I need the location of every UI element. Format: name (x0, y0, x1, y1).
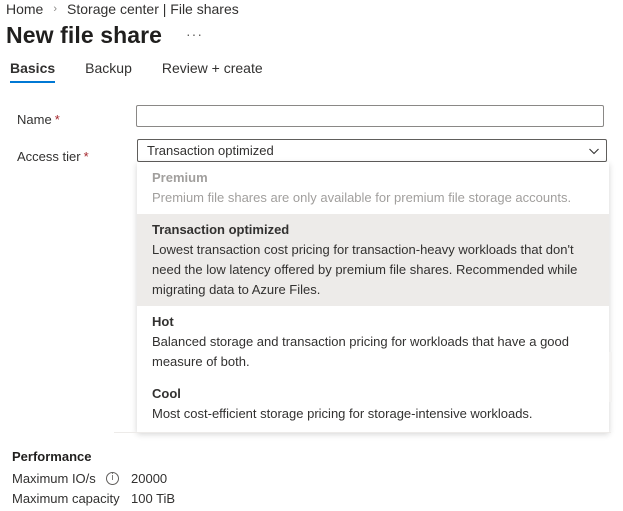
option-description-line: Lowest transaction cost pricing for tran… (152, 242, 574, 257)
option-description-line: migrating data to Azure Files. (152, 282, 321, 297)
divider (114, 432, 611, 433)
option-cool[interactable]: Cool Most cost-efficient storage pricing… (137, 384, 609, 424)
performance-heading: Performance (12, 449, 92, 464)
option-title: Transaction optimized (152, 222, 290, 237)
tab-basics[interactable]: Basics (10, 60, 56, 83)
breadcrumb-separator-icon: › (53, 3, 58, 15)
page-title: New file share (6, 22, 163, 48)
option-title: Premium (152, 170, 208, 185)
access-tier-label-text: Access tier (17, 149, 81, 164)
background-section-edge (609, 352, 612, 402)
option-transaction-optimized[interactable]: Transaction optimized Lowest transaction… (137, 214, 609, 306)
max-io-label: Maximum IO/s (12, 471, 96, 486)
required-marker: * (83, 149, 89, 164)
breadcrumb-home-link[interactable]: Home (6, 1, 43, 17)
max-capacity-value: 100 TiB (131, 491, 176, 506)
info-icon[interactable]: i (106, 472, 119, 485)
option-title: Hot (152, 314, 174, 329)
name-label-text: Name (17, 112, 52, 127)
max-io-value: 20000 (131, 471, 168, 486)
access-tier-selected-value: Transaction optimized (147, 143, 274, 158)
chevron-down-icon (589, 148, 599, 155)
option-description-line: need the low latency offered by premium … (152, 262, 578, 277)
tab-bar: Basics Backup Review + create (10, 60, 293, 83)
max-capacity-label: Maximum capacity (12, 491, 120, 506)
option-premium: Premium Premium file shares are only ava… (137, 168, 609, 208)
name-label: Name * (17, 112, 60, 127)
option-description-line: measure of both. (152, 354, 250, 369)
option-description: Premium file shares are only available f… (152, 190, 572, 205)
option-hot[interactable]: Hot Balanced storage and transaction pri… (137, 312, 609, 372)
access-tier-label: Access tier * (17, 149, 89, 164)
breadcrumb: Home › Storage center | File shares (6, 0, 239, 18)
option-description: Most cost-efficient storage pricing for … (152, 406, 533, 421)
tab-backup[interactable]: Backup (85, 60, 132, 83)
access-tier-dropdown: Premium Premium file shares are only ava… (137, 162, 609, 432)
more-options-icon[interactable]: ··· (186, 26, 203, 42)
breadcrumb-current-link[interactable]: Storage center | File shares (67, 1, 239, 17)
tab-review-create[interactable]: Review + create (162, 60, 263, 83)
option-title: Cool (152, 386, 181, 401)
required-marker: * (54, 112, 60, 127)
access-tier-select[interactable]: Transaction optimized (137, 139, 607, 162)
option-description-line: Balanced storage and transaction pricing… (152, 334, 569, 349)
name-input[interactable] (136, 105, 604, 127)
